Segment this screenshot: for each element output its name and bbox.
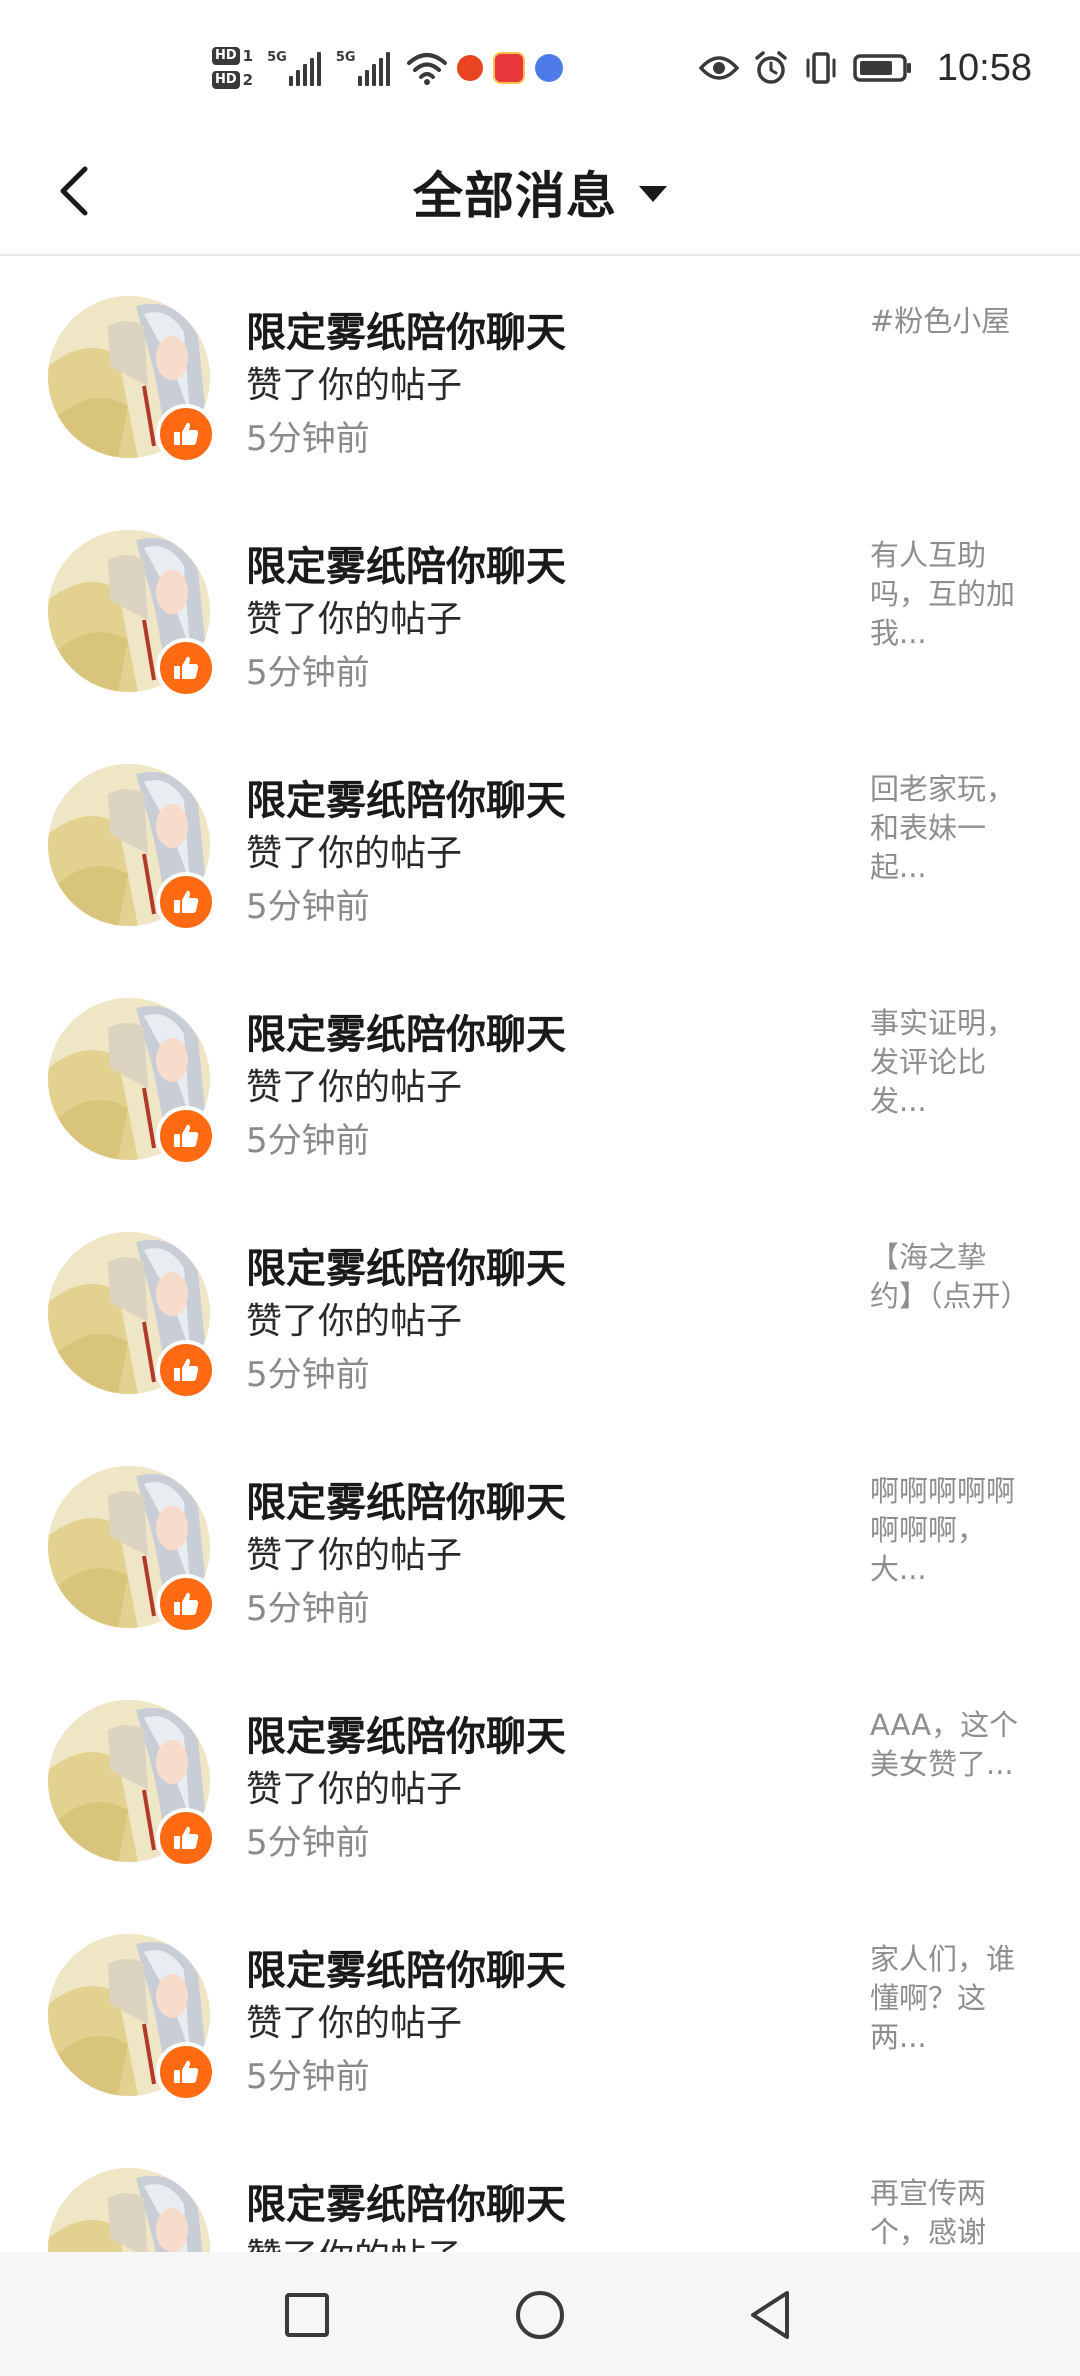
message-item[interactable]: 限定雾纸陪你聊天 赞了你的帖子 5分钟前 家人们，谁懂啊？这两... [0, 1894, 1080, 2128]
message-time: 5分钟前 [246, 419, 370, 459]
status-left: HD 1 HD 2 5G 5G [212, 38, 563, 98]
vibrate-icon [806, 52, 836, 84]
app-notification-icon [492, 52, 525, 84]
battery-icon [853, 54, 911, 82]
clock: 10:58 [936, 46, 1032, 89]
home-icon [516, 2291, 564, 2339]
thumbs-up-icon [174, 656, 199, 679]
like-badge [156, 1574, 216, 1634]
sender-name: 限定雾纸陪你聊天 [246, 1012, 566, 1058]
back-nav-button[interactable] [735, 2280, 805, 2350]
like-badge [156, 638, 216, 698]
post-snippet: 回老家玩，和表妹一起... [870, 772, 1016, 884]
sender-name: 限定雾纸陪你聊天 [246, 1714, 566, 1760]
message-action: 赞了你的帖子 [246, 1301, 463, 1342]
message-time: 5分钟前 [246, 2057, 370, 2097]
app-notification-icon [534, 54, 563, 82]
like-badge [156, 1340, 216, 1400]
sender-name: 限定雾纸陪你聊天 [246, 1948, 566, 1994]
network-type-2: 5G [335, 50, 356, 65]
thumbs-up-icon [174, 1124, 199, 1147]
sender-name: 限定雾纸陪你聊天 [246, 1480, 566, 1526]
network-type-1: 5G [267, 50, 287, 65]
message-item[interactable]: 限定雾纸陪你聊天 赞了你的帖子 5分钟前 #粉色小屋 [0, 256, 1080, 490]
post-snippet: 有人互助吗，互的加我... [870, 538, 1016, 650]
sim1-slot: 1 [242, 47, 254, 65]
alarm-icon [755, 51, 787, 84]
sender-name: 限定雾纸陪你聊天 [246, 310, 566, 356]
message-time: 5分钟前 [246, 1823, 370, 1863]
post-snippet: 再宣传两个，感谢 [870, 2176, 987, 2249]
thumbs-up-icon [174, 1592, 199, 1615]
status-right: 10:58 [698, 40, 1032, 96]
post-snippet: 啊啊啊啊啊啊啊啊，大... [870, 1474, 1016, 1586]
signal-icon: 5G [267, 50, 324, 86]
sender-name: 限定雾纸陪你聊天 [246, 1246, 566, 1292]
message-item[interactable]: 限定雾纸陪你聊天 赞了你的帖子 5分钟前 有人互助吗，互的加我... [0, 490, 1080, 724]
like-badge [156, 872, 216, 932]
hd-sim-icon: HD 1 HD 2 [212, 47, 253, 89]
signal-icon: 5G [336, 50, 393, 86]
like-badge [156, 1808, 216, 1868]
sender-name: 限定雾纸陪你聊天 [246, 2182, 566, 2228]
message-time: 5分钟前 [246, 653, 370, 693]
post-snippet: 事实证明，发评论比发... [870, 1006, 1016, 1118]
sender-name: 限定雾纸陪你聊天 [246, 778, 566, 824]
message-item[interactable]: 限定雾纸陪你聊天 赞了你的帖子 5分钟前 啊啊啊啊啊啊啊啊，大... [0, 1426, 1080, 1660]
message-action: 赞了你的帖子 [246, 1769, 463, 1810]
eye-comfort-icon [698, 56, 739, 80]
thumbs-up-icon [174, 890, 199, 913]
recent-apps-icon [285, 2293, 329, 2337]
message-time: 5分钟前 [246, 1589, 370, 1629]
sim2-slot: 2 [242, 71, 254, 89]
system-nav-bar [0, 2252, 1080, 2376]
thumbs-up-icon [174, 1826, 199, 1849]
message-item[interactable]: 限定雾纸陪你聊天 赞了你的帖子 5分钟前 AAA，这个美女赞了... [0, 1660, 1080, 1894]
message-action: 赞了你的帖子 [246, 2003, 463, 2044]
post-snippet: 【海之挚约】（点开） [870, 1240, 1030, 1313]
home-button[interactable] [505, 2280, 575, 2350]
post-snippet: 家人们，谁懂啊？这两... [870, 1942, 1016, 2054]
like-badge [156, 2042, 216, 2102]
message-item[interactable]: 限定雾纸陪你聊天 赞了你的帖子 5分钟前 回老家玩，和表妹一起... [0, 724, 1080, 958]
sender-name: 限定雾纸陪你聊天 [246, 544, 566, 590]
thumbs-up-icon [174, 2060, 199, 2083]
sim1-hd-label: HD [212, 47, 240, 65]
message-item[interactable]: 限定雾纸陪你聊天 赞了你的帖子 5分钟前 事实证明，发评论比发... [0, 958, 1080, 1192]
message-item[interactable]: 限定雾纸陪你聊天 赞了你的帖子 5分钟前 【海之挚约】（点开） [0, 1192, 1080, 1426]
message-filter-dropdown[interactable]: 全部消息 [0, 152, 1080, 232]
message-action: 赞了你的帖子 [246, 365, 463, 406]
post-snippet: AAA，这个美女赞了... [870, 1708, 1019, 1781]
message-action: 赞了你的帖子 [246, 599, 463, 640]
thumbs-up-icon [174, 422, 199, 445]
recent-apps-button[interactable] [272, 2280, 342, 2350]
wifi-icon [406, 53, 447, 85]
post-snippet: #粉色小屋 [870, 304, 1011, 338]
message-time: 5分钟前 [246, 887, 370, 927]
header: 全部消息 [0, 130, 1080, 256]
sim2-hd-label: HD [212, 71, 240, 89]
message-time: 5分钟前 [246, 1355, 370, 1395]
like-badge [156, 1106, 216, 1166]
message-list: 限定雾纸陪你聊天 赞了你的帖子 5分钟前 #粉色小屋 限定雾纸陪你聊天 赞了你的… [0, 256, 1080, 2362]
back-triangle-icon [751, 2291, 789, 2339]
caret-down-icon [639, 186, 667, 202]
message-action: 赞了你的帖子 [246, 1067, 463, 1108]
status-bar: HD 1 HD 2 5G 5G 10:58 [0, 0, 1080, 130]
message-action: 赞了你的帖子 [246, 1535, 463, 1576]
page-title: 全部消息 [413, 167, 617, 225]
like-badge [156, 404, 216, 464]
message-time: 5分钟前 [246, 1121, 370, 1161]
thumbs-up-icon [174, 1358, 199, 1381]
message-action: 赞了你的帖子 [246, 833, 463, 874]
app-notification-icon [456, 55, 483, 81]
